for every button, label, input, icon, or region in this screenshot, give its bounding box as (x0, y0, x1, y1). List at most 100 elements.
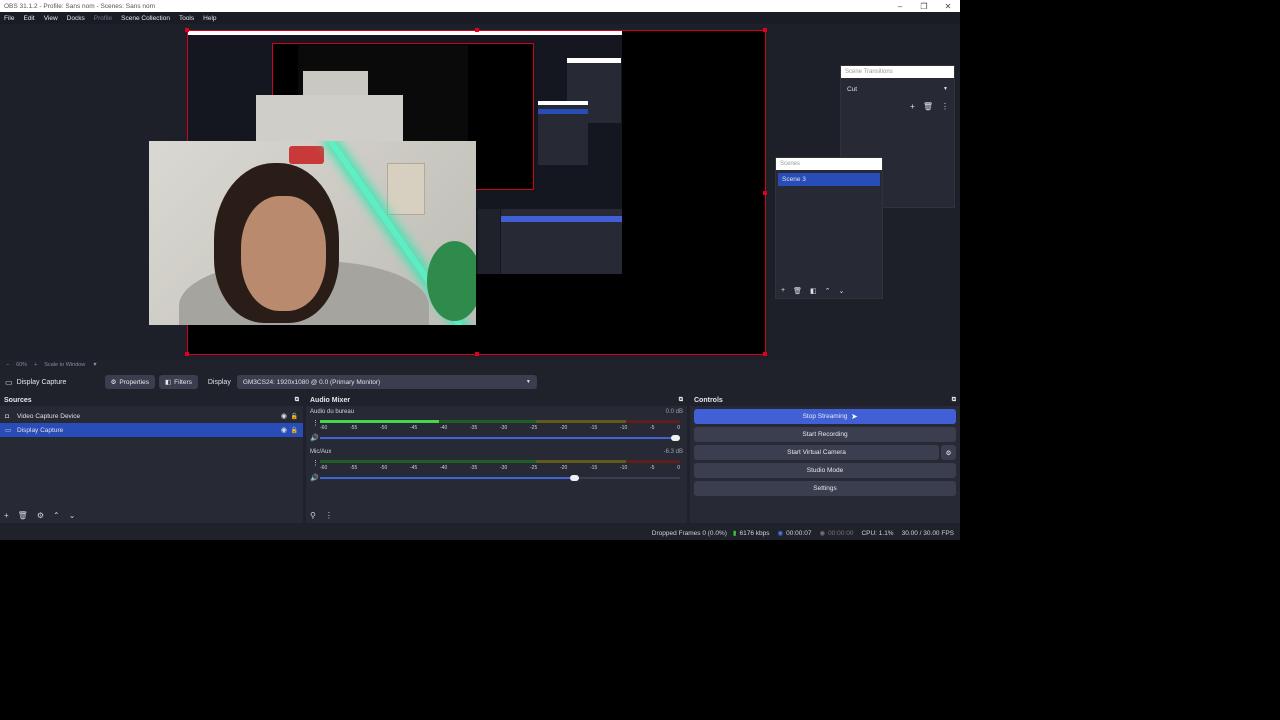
transition-select[interactable]: Cut ▼ (847, 83, 948, 95)
meter-tick-label: -35 (470, 425, 478, 431)
trash-icon[interactable]: 🗑 (923, 102, 933, 111)
meter-tick-label: -15 (590, 425, 598, 431)
resize-handle-bl[interactable] (185, 352, 189, 356)
undock-icon[interactable]: ⧉ (952, 397, 956, 404)
trash-icon[interactable]: 🗑 (793, 287, 802, 295)
stop-streaming-label: Stop Streaming (802, 413, 848, 420)
zoom-out-button[interactable]: – (6, 362, 9, 368)
close-button[interactable]: ✕ (936, 2, 960, 11)
filter-icon[interactable]: ◧ (810, 287, 817, 295)
audio-mixer-panel: Audio Mixer ⧉ Audio du bureau 0.0 dB ⋮ -… (306, 395, 687, 523)
restore-button[interactable]: ❐ (912, 2, 936, 11)
more-icon[interactable]: ⋮ (312, 459, 319, 467)
volume-knob[interactable] (671, 435, 680, 441)
scene-item[interactable]: Scene 3 (778, 173, 880, 186)
channel-db: -6.3 dB (663, 449, 683, 455)
meter-tick-label: -55 (350, 465, 358, 471)
add-icon[interactable]: + (910, 102, 915, 111)
add-icon[interactable]: + (4, 511, 9, 520)
minimize-button[interactable]: – (888, 2, 912, 11)
eye-icon[interactable]: ◉ (281, 412, 287, 420)
menu-profile[interactable]: Profile (94, 15, 112, 22)
gear-icon: ⚙ (110, 379, 117, 386)
volume-knob[interactable] (570, 475, 580, 481)
undock-icon[interactable]: ⧉ (295, 397, 299, 404)
volume-slider[interactable] (320, 475, 680, 481)
scenes-title: Scenes (776, 158, 882, 170)
stop-streaming-button[interactable]: Stop Streaming ➤ (694, 409, 956, 424)
menu-view[interactable]: View (44, 15, 58, 22)
scale-mode[interactable]: Scale to Window (44, 362, 85, 368)
link-icon[interactable]: ⚲ (310, 511, 316, 520)
meter-tick-label: 0 (677, 425, 680, 431)
resize-handle-tc[interactable] (475, 28, 479, 32)
sources-panel: Sources ⧉ ◘ Video Capture Device ◉ 🔓 ▭ D… (0, 395, 303, 523)
gear-icon[interactable]: ⚙ (37, 511, 44, 520)
more-icon[interactable]: ⋮ (325, 511, 333, 520)
lock-icon[interactable]: 🔓 (291, 427, 298, 434)
channel-db: 0.0 dB (665, 409, 683, 415)
move-down-icon[interactable]: ⌄ (69, 511, 76, 520)
transition-toolbar: + 🗑 ⋮ (910, 102, 949, 111)
zoom-in-button[interactable]: + (34, 362, 37, 368)
zoom-level: 60% (16, 362, 28, 368)
display-select[interactable]: GM3CS24: 1920x1080 @ 0.0 (Primary Monito… (236, 375, 537, 389)
source-item-label: Display Capture (17, 426, 64, 434)
undock-icon[interactable]: ⧉ (679, 397, 683, 404)
person-face (241, 196, 326, 311)
display-value: GM3CS24: 1920x1080 @ 0.0 (Primary Monito… (242, 378, 381, 386)
more-icon[interactable]: ⋮ (312, 419, 319, 427)
virtual-camera-settings-button[interactable]: ⚙ (941, 445, 956, 460)
monitor-icon: ▭ (5, 427, 12, 434)
mixer-channel-mic: Mic/Aux -6.3 dB ⋮ -60 -55 -50 -45 -40 -35 -30-… (306, 446, 687, 486)
resize-handle-tr[interactable] (763, 28, 767, 32)
menu-edit[interactable]: Edit (23, 15, 34, 22)
meter-ticks: -60 -55 -50 -45 -40 -35 -30 -25 -20 -15 -10 -5 0 (320, 425, 680, 431)
resize-handle-tl[interactable] (185, 28, 189, 32)
volume-slider[interactable] (320, 435, 680, 441)
meter-tick-label: -15 (590, 465, 598, 471)
properties-button[interactable]: ⚙ Properties (104, 375, 156, 389)
trash-icon[interactable]: 🗑 (18, 511, 28, 520)
settings-button[interactable]: Settings (694, 481, 956, 496)
source-item-selected[interactable]: ▭ Display Capture ◉ 🔓 (0, 423, 303, 437)
eye-icon[interactable]: ◉ (281, 426, 287, 434)
lock-icon[interactable]: 🔓 (291, 413, 298, 420)
meter-tick-label: -30 (500, 425, 508, 431)
virtual-camera-row: Start Virtual Camera ⚙ (690, 442, 960, 460)
bitrate: 6176 kbps (739, 529, 770, 537)
move-up-icon[interactable]: ⌃ (53, 511, 60, 520)
resize-handle-br[interactable] (763, 352, 767, 356)
cursor-icon: ➤ (851, 412, 858, 421)
menu-scene-collection[interactable]: Scene Collection (121, 15, 170, 22)
chevron-down-icon: ▼ (525, 379, 531, 385)
sources-title: Sources (4, 397, 32, 404)
menu-docks[interactable]: Docks (67, 15, 85, 22)
signal-icon: ▮ (732, 530, 737, 537)
source-item[interactable]: ◘ Video Capture Device ◉ 🔓 (0, 409, 303, 423)
add-icon[interactable]: + (781, 287, 785, 295)
start-recording-button[interactable]: Start Recording (694, 427, 956, 442)
studio-mode-button[interactable]: Studio Mode (694, 463, 956, 478)
filters-button[interactable]: ◧ Filters (159, 375, 198, 389)
speaker-icon[interactable]: 🔊 (310, 434, 319, 442)
context-source-name: Display Capture (16, 378, 67, 386)
camera-icon: ◘ (5, 412, 9, 420)
start-virtual-camera-button[interactable]: Start Virtual Camera (694, 445, 939, 460)
chevron-down-icon[interactable]: ▼ (92, 362, 97, 368)
preview-area[interactable]: Scene Transitions Cut ▼ + 🗑 ⋮ Scenes Sce… (0, 24, 960, 360)
meter-tick-label: -5 (650, 425, 655, 431)
menu-tools[interactable]: Tools (179, 15, 194, 22)
resize-handle-bc[interactable] (475, 352, 479, 356)
move-up-icon[interactable]: ⌃ (825, 287, 831, 295)
speaker-icon[interactable]: 🔊 (310, 474, 319, 482)
resize-handle-mr[interactable] (763, 191, 767, 195)
menu-file[interactable]: File (4, 15, 14, 22)
source-item-label: Video Capture Device (17, 412, 81, 420)
more-icon[interactable]: ⋮ (941, 102, 949, 111)
move-down-icon[interactable]: ⌄ (838, 287, 844, 295)
volume-fill (320, 477, 580, 479)
display-label: Display (207, 378, 231, 386)
menu-help[interactable]: Help (203, 15, 216, 22)
mixer-title: Audio Mixer (310, 397, 351, 404)
